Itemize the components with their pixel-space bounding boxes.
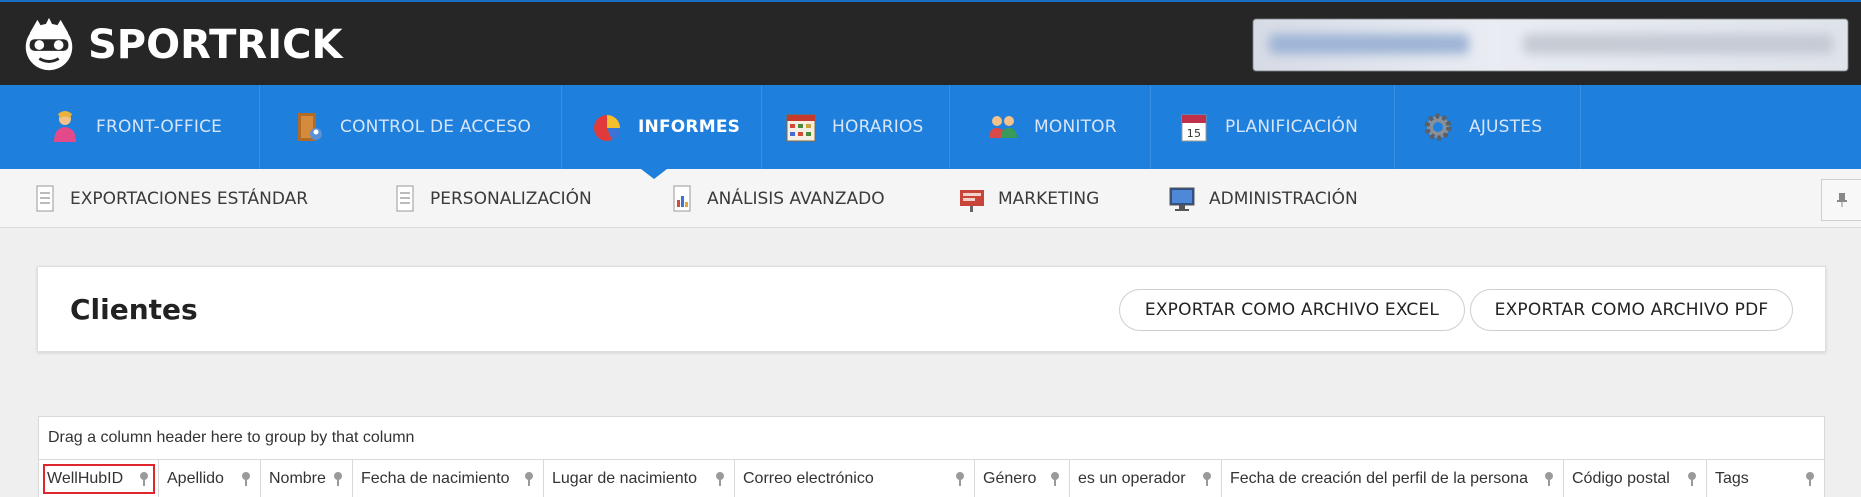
filter-icon[interactable] [332, 471, 344, 487]
nav-label: CONTROL DE ACCESO [340, 117, 532, 137]
subnav-marketing[interactable]: MARKETING [958, 169, 1099, 228]
door-icon [298, 113, 322, 141]
column-label: Fecha de nacimiento [361, 470, 510, 487]
column-header-fecha-de-creacion[interactable]: Fecha de creación del perfil de la perso… [1222, 460, 1564, 497]
filter-icon[interactable] [1201, 471, 1213, 487]
column-label: Nombre [269, 470, 326, 487]
subnav-personalizacion[interactable]: PERSONALIZACIÓN [394, 169, 592, 228]
top-bar: SPORTRICK [0, 0, 1861, 85]
sub-nav: EXPORTACIONES ESTÁNDAR PERSONALIZACIÓN A… [0, 169, 1861, 228]
subnav-administracion[interactable]: ADMINISTRACIÓN [1167, 169, 1358, 228]
nav-label: HORARIOS [832, 117, 924, 137]
column-header-es-un-operador[interactable]: es un operador [1070, 460, 1222, 497]
column-header-lugar-de-nacimiento[interactable]: Lugar de nacimiento [544, 460, 735, 497]
subnav-label: ADMINISTRACIÓN [1209, 188, 1358, 209]
nav-label: FRONT-OFFICE [96, 117, 223, 137]
column-label: Fecha de creación del perfil de la perso… [1230, 470, 1528, 487]
nav-label: MONITOR [1034, 117, 1117, 137]
marketing-icon [960, 189, 984, 212]
filter-icon[interactable] [714, 471, 726, 487]
calendar-icon: 15 [1181, 114, 1207, 142]
column-label: Correo electrónico [743, 470, 874, 487]
document-icon [36, 185, 54, 211]
document-icon [396, 185, 414, 211]
nav-control-de-acceso[interactable]: CONTROL DE ACCESO [260, 85, 562, 169]
group-by-drop-area[interactable]: Drag a column header here to group by th… [39, 417, 1824, 460]
filter-icon[interactable] [1804, 471, 1816, 487]
calendar-grid-icon [786, 114, 816, 142]
column-header-correo-electronico[interactable]: Correo electrónico [735, 460, 975, 497]
export-excel-button[interactable]: EXPORTAR COMO ARCHIVO EXCEL [1119, 289, 1465, 331]
pie-chart-icon [594, 115, 620, 141]
logo-icon [25, 17, 73, 71]
column-label: Género [983, 470, 1037, 487]
subnav-label: EXPORTACIONES ESTÁNDAR [70, 188, 309, 209]
nav-monitor[interactable]: MONITOR [950, 85, 1151, 169]
app-name: SPORTRICK [88, 22, 343, 68]
column-header-tags[interactable]: Tags [1707, 460, 1824, 497]
main-nav: FRONT-OFFICE CONTROL DE ACCESO INFORMES … [0, 85, 1861, 169]
subnav-label: ANÁLISIS AVANZADO [707, 188, 885, 209]
nav-planificacion[interactable]: 15 PLANIFICACIÓN [1151, 85, 1395, 169]
column-label: Tags [1715, 470, 1749, 487]
svg-text:15: 15 [1187, 127, 1201, 140]
column-header-codigo-postal[interactable]: Código postal [1564, 460, 1707, 497]
clients-panel: Clientes EXPORTAR COMO ARCHIVO EXCEL EXP… [37, 266, 1826, 352]
column-header-genero[interactable]: Género [975, 460, 1070, 497]
nav-front-office[interactable]: FRONT-OFFICE [0, 85, 260, 169]
pin-icon [1836, 193, 1847, 207]
subnav-label: PERSONALIZACIÓN [430, 188, 592, 209]
grid-header-row: WellHubID Apellido Nombre Fecha de nacim… [39, 460, 1824, 497]
subnav-exportaciones-estandar[interactable]: EXPORTACIONES ESTÁNDAR [34, 169, 308, 228]
filter-icon[interactable] [954, 471, 966, 487]
column-header-fecha-de-nacimiento[interactable]: Fecha de nacimiento [353, 460, 544, 497]
column-label: Lugar de nacimiento [552, 470, 697, 487]
nav-label: AJUSTES [1469, 117, 1543, 137]
filter-icon[interactable] [240, 471, 252, 487]
column-label: es un operador [1078, 470, 1186, 487]
user-account-box[interactable] [1253, 19, 1848, 71]
filter-icon[interactable] [1543, 471, 1555, 487]
clients-grid: Drag a column header here to group by th… [38, 416, 1825, 497]
column-header-apellido[interactable]: Apellido [159, 460, 261, 497]
column-header-wellhubid[interactable]: WellHubID [39, 460, 159, 497]
nav-informes[interactable]: INFORMES [562, 85, 762, 169]
page-title: Clientes [70, 293, 198, 326]
people-icon [989, 116, 1017, 138]
column-label: Código postal [1572, 470, 1670, 487]
pin-button[interactable] [1821, 179, 1861, 221]
nav-horarios[interactable]: HORARIOS [762, 85, 950, 169]
user-email-blurred [1523, 34, 1833, 54]
active-nav-indicator [641, 169, 667, 179]
gear-icon [1424, 113, 1452, 141]
subnav-label: MARKETING [998, 188, 1100, 209]
user-name-blurred [1269, 34, 1469, 54]
nav-ajustes[interactable]: AJUSTES [1395, 85, 1581, 169]
filter-icon[interactable] [1049, 471, 1061, 487]
column-header-nombre[interactable]: Nombre [261, 460, 353, 497]
export-pdf-button[interactable]: EXPORTAR COMO ARCHIVO PDF [1470, 289, 1793, 331]
subnav-analisis-avanzado[interactable]: ANÁLISIS AVANZADO [671, 169, 885, 228]
filter-icon[interactable] [523, 471, 535, 487]
report-icon [673, 185, 691, 211]
nav-label: INFORMES [638, 117, 741, 137]
column-label: Apellido [167, 470, 224, 487]
filter-icon[interactable] [138, 471, 150, 487]
filter-icon[interactable] [1686, 471, 1698, 487]
person-icon [54, 111, 76, 142]
app-logo[interactable]: SPORTRICK [18, 12, 342, 78]
nav-label: PLANIFICACIÓN [1225, 117, 1359, 137]
monitor-icon [1169, 187, 1195, 211]
